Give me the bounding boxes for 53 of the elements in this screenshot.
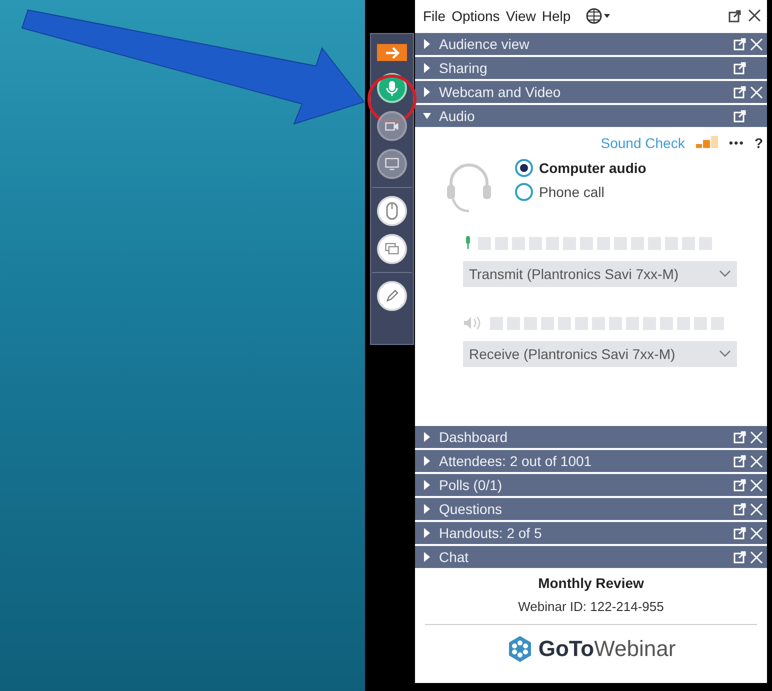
expand-icon[interactable]: [423, 39, 431, 49]
audio-option[interactable]: Phone call: [515, 183, 646, 201]
sound-check-link[interactable]: Sound Check: [600, 135, 685, 151]
popout-icon[interactable]: [733, 61, 747, 75]
webinar-id: Webinar ID: 122-214-955: [518, 599, 664, 614]
close-icon[interactable]: [748, 9, 761, 22]
expand-icon[interactable]: [423, 63, 431, 73]
radio-button[interactable]: [515, 183, 533, 201]
webinar-title: Monthly Review: [538, 575, 644, 591]
screens-button[interactable]: [377, 234, 407, 264]
more-button[interactable]: •••: [728, 136, 744, 150]
menu-item[interactable]: File: [423, 8, 446, 24]
expand-icon[interactable]: [423, 87, 431, 97]
pen-button[interactable]: [377, 281, 407, 311]
highlight-circle: [365, 72, 419, 126]
monitor-icon: [385, 156, 399, 172]
expand-icon[interactable]: [423, 432, 431, 442]
collapse-icon[interactable]: [423, 111, 431, 121]
device-dropdown[interactable]: Receive (Plantronics Savi 7xx-M): [463, 341, 737, 367]
microphone-icon: [385, 80, 399, 96]
expand-icon[interactable]: [423, 504, 431, 514]
mouse-button[interactable]: [377, 196, 407, 226]
menu-item[interactable]: Help: [542, 8, 571, 24]
radio-button[interactable]: [515, 159, 533, 177]
popout-icon[interactable]: [733, 37, 747, 51]
audio-option[interactable]: Computer audio: [515, 159, 646, 177]
popout-icon[interactable]: [733, 109, 747, 123]
popout-icon[interactable]: [733, 526, 747, 540]
popout-icon[interactable]: [733, 430, 747, 444]
popout-icon[interactable]: [733, 85, 747, 99]
menu-item[interactable]: View: [506, 8, 536, 24]
expand-icon[interactable]: [423, 480, 431, 490]
expand-icon[interactable]: [423, 552, 431, 562]
help-button[interactable]: ?: [754, 135, 763, 151]
show-panel-button[interactable]: [377, 44, 407, 61]
arrow-icon: [383, 46, 401, 60]
menu-item[interactable]: Options: [452, 8, 500, 24]
popout-icon[interactable]: [733, 454, 747, 468]
screens-icon: [385, 241, 399, 257]
popout-icon[interactable]: [733, 502, 747, 516]
expand-icon[interactable]: [423, 528, 431, 538]
globe-icon[interactable]: [584, 8, 611, 24]
popout-icon[interactable]: [733, 478, 747, 492]
microphone-icon: [463, 235, 473, 251]
chevron-down-icon: [719, 350, 731, 358]
gotowebinar-logo-text: GoToWebinar: [538, 636, 676, 662]
mouse-icon: [385, 202, 399, 220]
signal-bars-icon: [694, 136, 719, 150]
popout-icon[interactable]: [728, 8, 742, 22]
chevron-down-icon: [719, 270, 731, 278]
popout-icon[interactable]: [733, 550, 747, 564]
expand-icon[interactable]: [423, 456, 431, 466]
device-dropdown[interactable]: Transmit (Plantronics Savi 7xx-M): [463, 261, 737, 287]
